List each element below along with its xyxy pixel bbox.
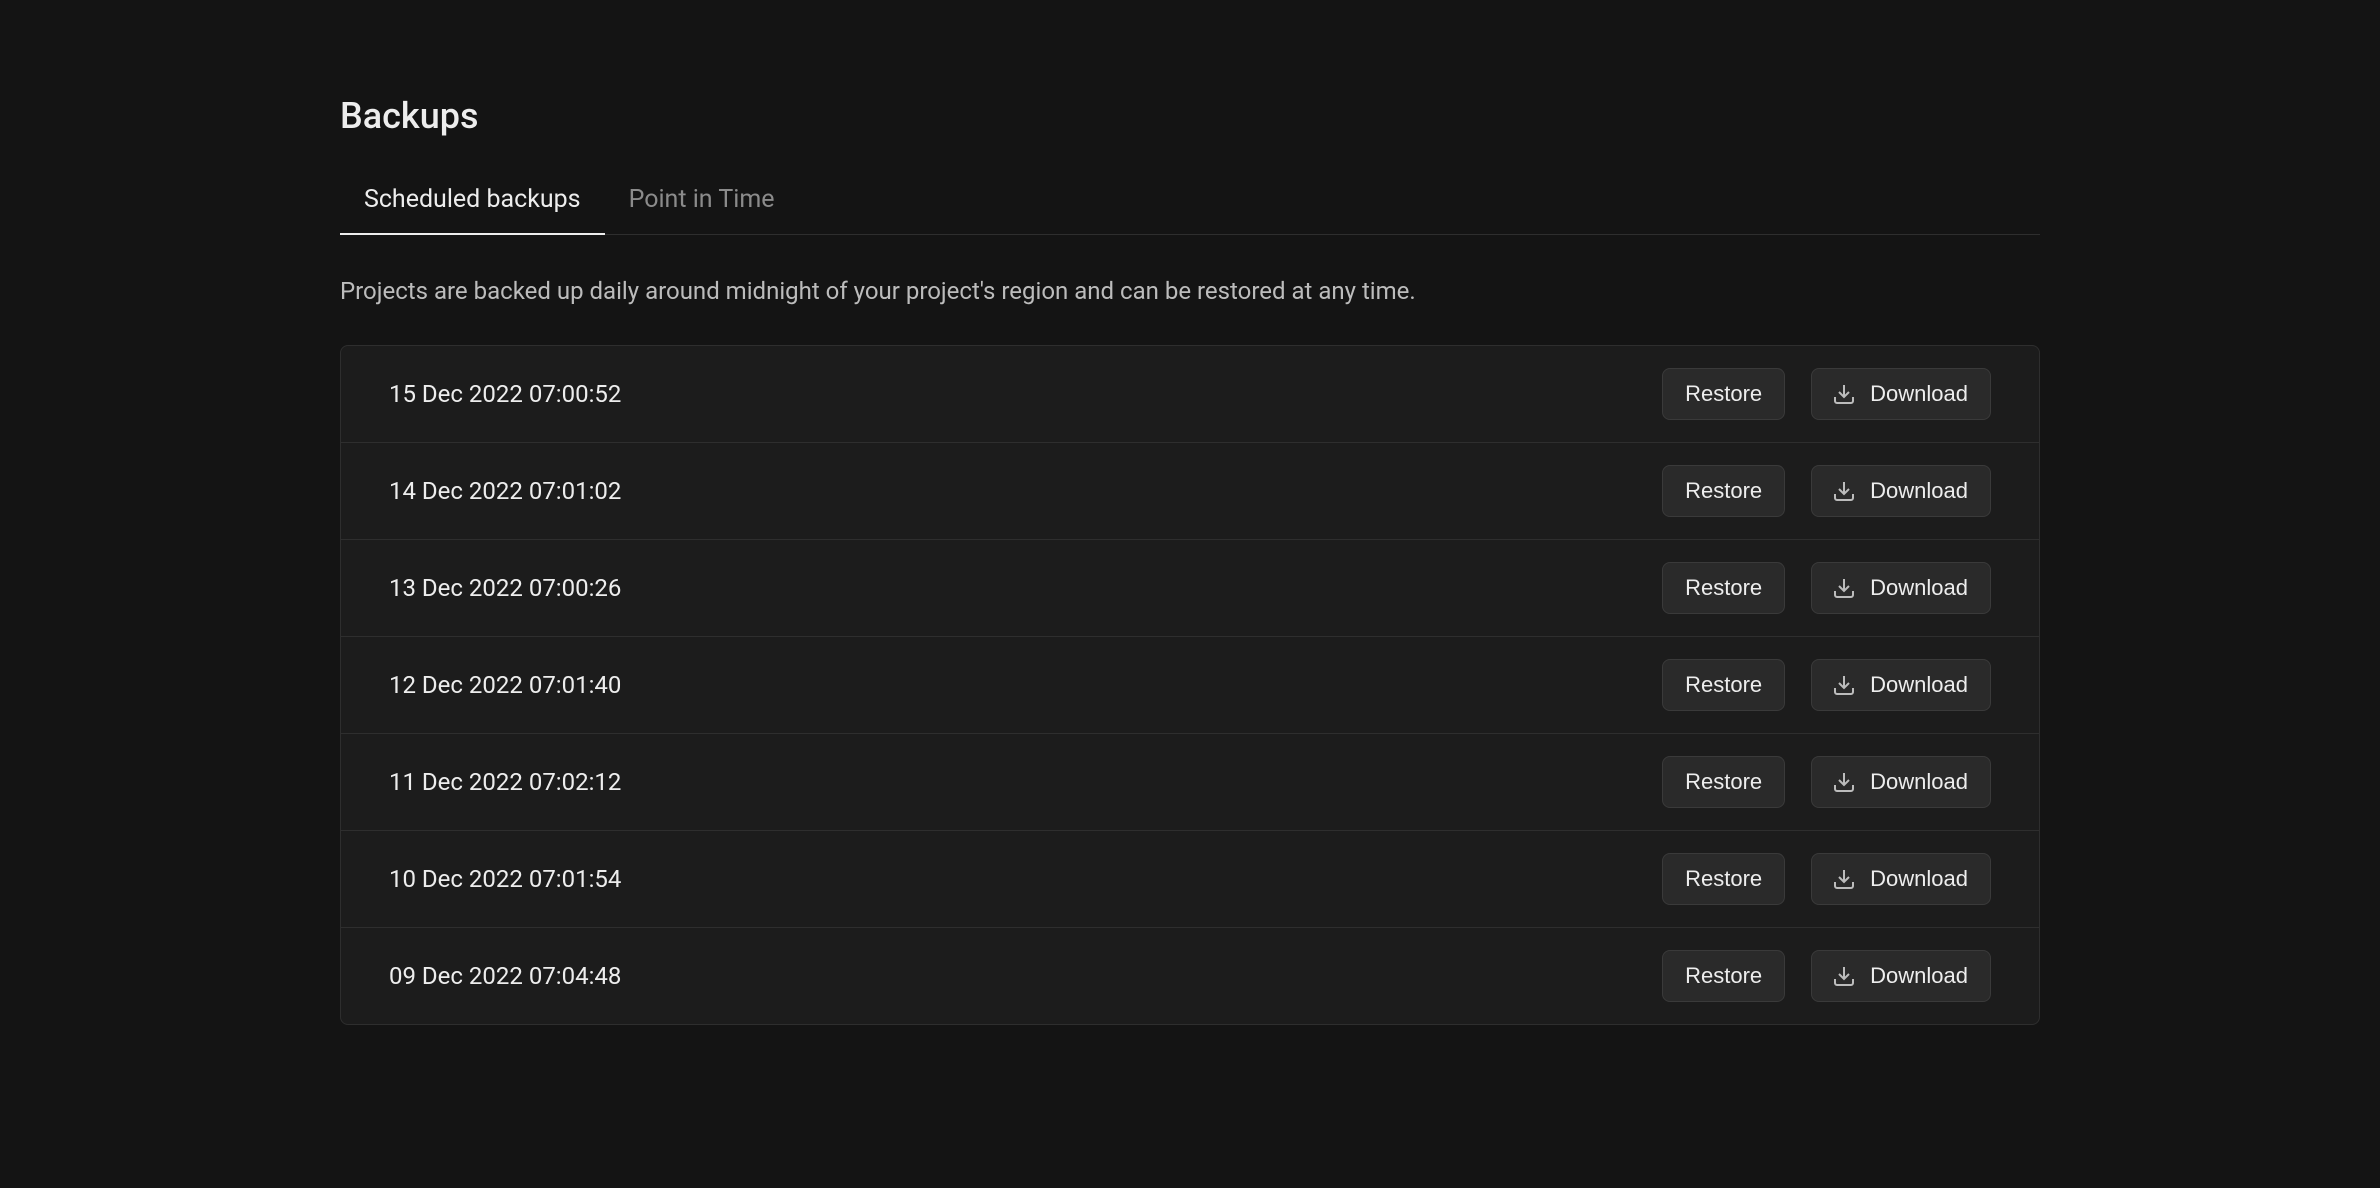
backup-row: 14 Dec 2022 07:01:02 Restore Download bbox=[341, 443, 2039, 540]
download-label: Download bbox=[1870, 963, 1968, 989]
restore-button[interactable]: Restore bbox=[1662, 562, 1785, 614]
backup-actions: Restore Download bbox=[1662, 465, 1991, 517]
download-label: Download bbox=[1870, 866, 1968, 892]
tabs: Scheduled backups Point in Time bbox=[340, 185, 2040, 235]
restore-button[interactable]: Restore bbox=[1662, 659, 1785, 711]
backup-row: 11 Dec 2022 07:02:12 Restore Download bbox=[341, 734, 2039, 831]
download-icon bbox=[1832, 770, 1856, 794]
backup-timestamp: 12 Dec 2022 07:01:40 bbox=[389, 671, 621, 699]
restore-label: Restore bbox=[1685, 381, 1762, 407]
download-label: Download bbox=[1870, 769, 1968, 795]
download-button[interactable]: Download bbox=[1811, 950, 1991, 1002]
restore-button[interactable]: Restore bbox=[1662, 950, 1785, 1002]
backups-page: Backups Scheduled backups Point in Time … bbox=[0, 0, 2380, 1025]
description-text: Projects are backed up daily around midn… bbox=[340, 277, 2040, 305]
download-icon bbox=[1832, 673, 1856, 697]
download-button[interactable]: Download bbox=[1811, 853, 1991, 905]
backup-timestamp: 13 Dec 2022 07:00:26 bbox=[389, 574, 621, 602]
download-button[interactable]: Download bbox=[1811, 562, 1991, 614]
download-icon bbox=[1832, 479, 1856, 503]
restore-button[interactable]: Restore bbox=[1662, 756, 1785, 808]
backup-timestamp: 10 Dec 2022 07:01:54 bbox=[389, 865, 621, 893]
backup-row: 10 Dec 2022 07:01:54 Restore Download bbox=[341, 831, 2039, 928]
tab-label: Scheduled backups bbox=[364, 185, 581, 214]
download-label: Download bbox=[1870, 575, 1968, 601]
download-label: Download bbox=[1870, 672, 1968, 698]
restore-button[interactable]: Restore bbox=[1662, 465, 1785, 517]
backup-timestamp: 11 Dec 2022 07:02:12 bbox=[389, 768, 621, 796]
backup-actions: Restore Download bbox=[1662, 659, 1991, 711]
page-title: Backups bbox=[340, 95, 2040, 137]
restore-button[interactable]: Restore bbox=[1662, 853, 1785, 905]
backup-list: 15 Dec 2022 07:00:52 Restore Download 14… bbox=[340, 345, 2040, 1025]
backup-actions: Restore Download bbox=[1662, 853, 1991, 905]
download-button[interactable]: Download bbox=[1811, 659, 1991, 711]
download-icon bbox=[1832, 576, 1856, 600]
download-button[interactable]: Download bbox=[1811, 756, 1991, 808]
backup-timestamp: 15 Dec 2022 07:00:52 bbox=[389, 380, 621, 408]
restore-label: Restore bbox=[1685, 963, 1762, 989]
tab-point-in-time[interactable]: Point in Time bbox=[605, 185, 799, 234]
restore-button[interactable]: Restore bbox=[1662, 368, 1785, 420]
backup-row: 13 Dec 2022 07:00:26 Restore Download bbox=[341, 540, 2039, 637]
backup-timestamp: 14 Dec 2022 07:01:02 bbox=[389, 477, 621, 505]
backup-row: 09 Dec 2022 07:04:48 Restore Download bbox=[341, 928, 2039, 1024]
download-label: Download bbox=[1870, 381, 1968, 407]
download-icon bbox=[1832, 382, 1856, 406]
backup-actions: Restore Download bbox=[1662, 756, 1991, 808]
download-icon bbox=[1832, 867, 1856, 891]
restore-label: Restore bbox=[1685, 866, 1762, 892]
backup-row: 15 Dec 2022 07:00:52 Restore Download bbox=[341, 346, 2039, 443]
restore-label: Restore bbox=[1685, 575, 1762, 601]
backup-timestamp: 09 Dec 2022 07:04:48 bbox=[389, 962, 621, 990]
tab-label: Point in Time bbox=[629, 185, 775, 214]
restore-label: Restore bbox=[1685, 769, 1762, 795]
backup-actions: Restore Download bbox=[1662, 562, 1991, 614]
restore-label: Restore bbox=[1685, 672, 1762, 698]
restore-label: Restore bbox=[1685, 478, 1762, 504]
download-label: Download bbox=[1870, 478, 1968, 504]
download-icon bbox=[1832, 964, 1856, 988]
backup-row: 12 Dec 2022 07:01:40 Restore Download bbox=[341, 637, 2039, 734]
backup-actions: Restore Download bbox=[1662, 950, 1991, 1002]
download-button[interactable]: Download bbox=[1811, 368, 1991, 420]
tab-scheduled-backups[interactable]: Scheduled backups bbox=[340, 185, 605, 234]
download-button[interactable]: Download bbox=[1811, 465, 1991, 517]
backup-actions: Restore Download bbox=[1662, 368, 1991, 420]
